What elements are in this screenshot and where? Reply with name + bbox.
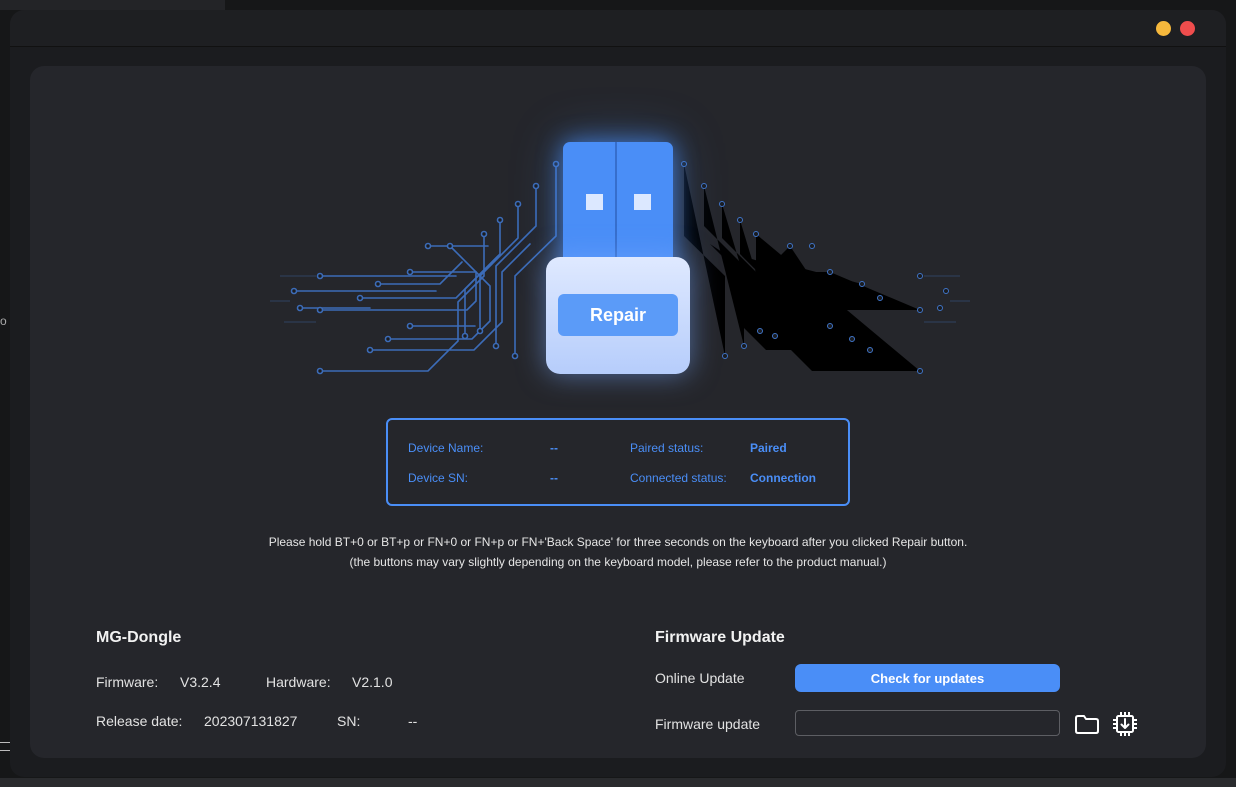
device-sn-label: Device SN: (408, 471, 469, 485)
paired-status-value: Paired (750, 441, 787, 455)
connected-status-value: Connection (750, 471, 816, 485)
repair-instruction-note: (the buttons may vary slightly depending… (349, 555, 887, 569)
device-name-value: -- (550, 441, 558, 455)
firmware-update-title: Firmware Update (655, 629, 785, 646)
sn-value: -- (408, 713, 418, 729)
usb-contact (586, 194, 603, 210)
background-text-fragment: o (0, 314, 7, 328)
sn-label: SN: (337, 713, 361, 729)
paired-status-label: Paired status: (630, 441, 704, 455)
dongle-illustration: Repair (260, 126, 980, 386)
hardware-label: Hardware: (266, 674, 331, 690)
repair-instruction: Please hold BT+0 or BT+p or FN+0 or FN+p… (268, 535, 968, 549)
device-sn-value: -- (550, 471, 558, 485)
firmware-file-label: Firmware update (655, 716, 761, 732)
firmware-file-input[interactable] (795, 710, 1060, 736)
minimize-button[interactable] (1156, 21, 1171, 36)
usb-contact (634, 194, 651, 210)
usb-plug (563, 142, 673, 270)
title-bar[interactable] (10, 10, 1226, 47)
close-button[interactable] (1180, 21, 1195, 36)
online-update-label: Online Update (655, 670, 745, 686)
usb-body: Repair (546, 257, 690, 374)
app-window: Repair Device Name: -- Paired status: Pa… (10, 10, 1226, 777)
firmware-value: V3.2.4 (180, 674, 221, 690)
main-panel: Repair Device Name: -- Paired status: Pa… (30, 66, 1206, 758)
chip-download-icon[interactable] (1111, 710, 1139, 738)
device-name-label: Device Name: (408, 441, 484, 455)
repair-button[interactable]: Repair (558, 294, 678, 336)
background-window-strip (0, 0, 225, 10)
device-title: MG-Dongle (96, 629, 182, 646)
hardware-value: V2.1.0 (352, 674, 393, 690)
firmware-label: Firmware: (96, 674, 159, 690)
connected-status-label: Connected status: (630, 471, 727, 485)
device-status-box: Device Name: -- Paired status: Paired De… (386, 418, 850, 506)
check-for-updates-button[interactable]: Check for updates (795, 664, 1060, 692)
release-date-value: 202307131827 (204, 713, 298, 729)
folder-icon[interactable] (1073, 710, 1101, 738)
release-date-label: Release date: (96, 713, 183, 729)
background-bottom-bar (0, 778, 1236, 787)
